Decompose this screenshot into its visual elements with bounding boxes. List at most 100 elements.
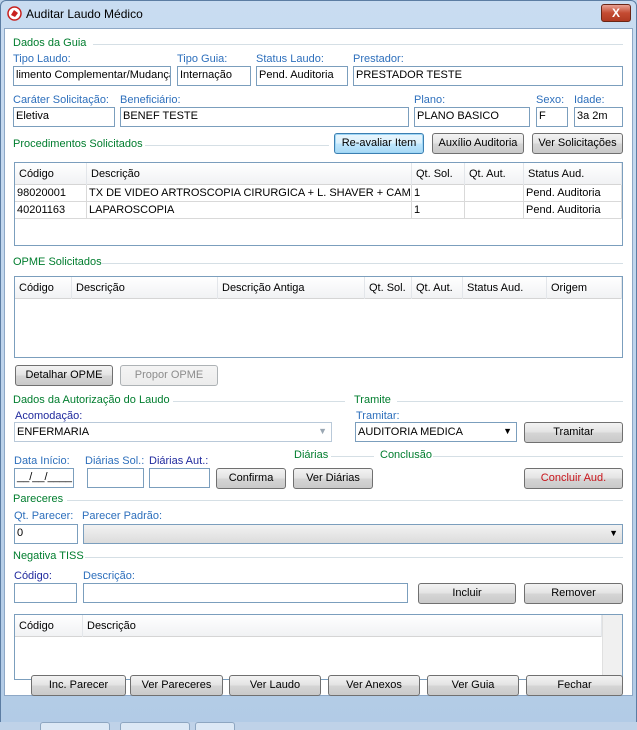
tipo-guia-field[interactable]: Internação — [177, 66, 251, 86]
divider — [101, 263, 623, 264]
auxilio-auditoria-button[interactable]: Auxílio Auditoria — [432, 133, 524, 154]
taskbar-item[interactable] — [40, 722, 110, 730]
divider — [173, 401, 345, 402]
qt-parecer-field[interactable]: 0 — [14, 524, 78, 544]
section-conclusao: Conclusão — [380, 449, 432, 461]
section-pareceres: Pareceres — [13, 493, 64, 505]
ver-laudo-button[interactable]: Ver Laudo — [229, 675, 321, 696]
descricao-field[interactable] — [83, 583, 408, 603]
tipo-guia-label: Tipo Guia: — [177, 53, 228, 65]
sexo-field[interactable]: F — [536, 107, 568, 127]
data-inicio-field[interactable]: __/__/____ — [14, 468, 74, 488]
window-title: Auditar Laudo Médico — [26, 7, 143, 21]
column-header[interactable]: Código — [15, 615, 83, 637]
acomodacao-select[interactable]: ENFERMARIA ▼ — [14, 422, 332, 442]
parecer-padrao-select[interactable]: ▼ — [83, 524, 623, 544]
table-cell — [465, 185, 524, 202]
taskbar-item[interactable] — [195, 722, 235, 730]
column-header[interactable]: Descrição — [83, 615, 602, 637]
chevron-down-icon: ▼ — [503, 426, 512, 436]
ver-anexos-button[interactable]: Ver Anexos — [328, 675, 420, 696]
column-header[interactable]: Descrição — [87, 163, 412, 185]
acomodacao-label: Acomodação: — [15, 410, 83, 422]
tramitar-select[interactable]: AUDITORIA MEDICA ▼ — [355, 422, 517, 442]
column-header[interactable]: Descrição Antiga — [218, 277, 365, 299]
remover-button[interactable]: Remover — [524, 583, 623, 604]
column-header[interactable]: Origem — [547, 277, 622, 299]
ver-diarias-button[interactable]: Ver Diárias — [293, 468, 373, 489]
divider — [67, 500, 623, 501]
tramitar-button[interactable]: Tramitar — [524, 422, 623, 443]
divider — [331, 456, 374, 457]
chevron-down-icon: ▼ — [318, 426, 327, 436]
carater-label: Caráter Solicitação: — [13, 94, 109, 106]
descricao-label: Descrição: — [83, 570, 135, 582]
codigo-field[interactable] — [14, 583, 77, 603]
form-body: Dados da Guia Tipo Laudo: limento Comple… — [4, 28, 633, 696]
negativa-table[interactable]: Código Descrição — [14, 614, 623, 680]
section-tramite: Tramite — [354, 394, 391, 406]
tramitar-label: Tramitar: — [356, 410, 400, 422]
tipo-laudo-field[interactable]: limento Complementar/Mudança — [13, 66, 171, 86]
column-header[interactable]: Qt. Aut. — [412, 277, 463, 299]
divider — [145, 145, 329, 146]
close-button[interactable]: X — [601, 4, 631, 22]
section-opme: OPME Solicitados — [13, 256, 102, 268]
status-laudo-label: Status Laudo: — [256, 53, 324, 65]
diarias-aut-label: Diárias Aut.: — [149, 455, 209, 467]
column-header[interactable]: Código — [15, 163, 87, 185]
tipo-laudo-label: Tipo Laudo: — [13, 53, 71, 65]
diarias-sol-label: Diárias Sol.: — [85, 455, 145, 467]
ver-guia-button[interactable]: Ver Guia — [427, 675, 519, 696]
table-cell: 98020001 — [15, 185, 87, 202]
column-header[interactable]: Status Aud. — [524, 163, 622, 185]
table-cell: 1 — [412, 202, 465, 219]
propor-opme-button[interactable]: Propor OPME — [120, 365, 218, 386]
close-icon[interactable]: X — [612, 6, 620, 20]
table-header: Código Descrição Qt. Sol. Qt. Aut. Statu… — [15, 163, 622, 185]
column-header[interactable]: Descrição — [72, 277, 218, 299]
chevron-down-icon: ▼ — [609, 528, 618, 538]
column-header[interactable]: Qt. Sol. — [412, 163, 465, 185]
taskbar-strip — [0, 722, 637, 730]
table-cell: Pend. Auditoria — [524, 185, 622, 202]
detalhar-opme-button[interactable]: Detalhar OPME — [15, 365, 113, 386]
main-window: Auditar Laudo Médico X Dados da Guia Tip… — [0, 0, 637, 730]
ver-pareceres-button[interactable]: Ver Pareceres — [130, 675, 223, 696]
column-header[interactable]: Código — [15, 277, 72, 299]
plano-label: Plano: — [414, 94, 446, 106]
divider — [397, 401, 623, 402]
column-header[interactable]: Status Aud. — [463, 277, 547, 299]
table-cell: Pend. Auditoria — [524, 202, 622, 219]
idade-field[interactable]: 3a 2m — [574, 107, 623, 127]
carater-field[interactable]: Eletiva — [13, 107, 115, 127]
taskbar-item[interactable] — [120, 722, 190, 730]
inc-parecer-button[interactable]: Inc. Parecer — [31, 675, 126, 696]
divider — [85, 557, 623, 558]
prestador-field[interactable]: PRESTADOR TESTE — [353, 66, 623, 86]
diarias-sol-field[interactable] — [87, 468, 144, 488]
status-laudo-field[interactable]: Pend. Auditoria — [256, 66, 348, 86]
confirma-button[interactable]: Confirma — [216, 468, 286, 489]
procedimentos-table[interactable]: Código Descrição Qt. Sol. Qt. Aut. Statu… — [14, 162, 623, 246]
divider — [93, 44, 623, 45]
column-header[interactable]: Qt. Sol. — [365, 277, 412, 299]
section-negativa-tiss: Negativa TISS — [13, 550, 84, 562]
table-cell: TX DE VIDEO ARTROSCOPIA CIRURGICA + L. S… — [87, 185, 412, 202]
reavaliar-item-button[interactable]: Re-avaliar Item — [334, 133, 424, 154]
diarias-aut-field[interactable] — [149, 468, 210, 488]
beneficiario-field[interactable]: BENEF TESTE — [120, 107, 409, 127]
table-header: Código Descrição Descrição Antiga Qt. So… — [15, 277, 622, 299]
scrollbar[interactable] — [602, 615, 622, 679]
beneficiario-label: Beneficiário: — [120, 94, 181, 106]
qt-parecer-label: Qt. Parecer: — [14, 510, 74, 522]
title-bar[interactable]: Auditar Laudo Médico X — [1, 1, 636, 27]
fechar-button[interactable]: Fechar — [526, 675, 623, 696]
section-procedimentos: Procedimentos Solicitados — [13, 138, 143, 150]
incluir-button[interactable]: Incluir — [418, 583, 516, 604]
column-header[interactable]: Qt. Aut. — [465, 163, 524, 185]
opme-table[interactable]: Código Descrição Descrição Antiga Qt. So… — [14, 276, 623, 358]
ver-solicitacoes-button[interactable]: Ver Solicitações — [532, 133, 623, 154]
plano-field[interactable]: PLANO BASICO — [414, 107, 530, 127]
concluir-aud-button[interactable]: Concluir Aud. — [524, 468, 623, 489]
